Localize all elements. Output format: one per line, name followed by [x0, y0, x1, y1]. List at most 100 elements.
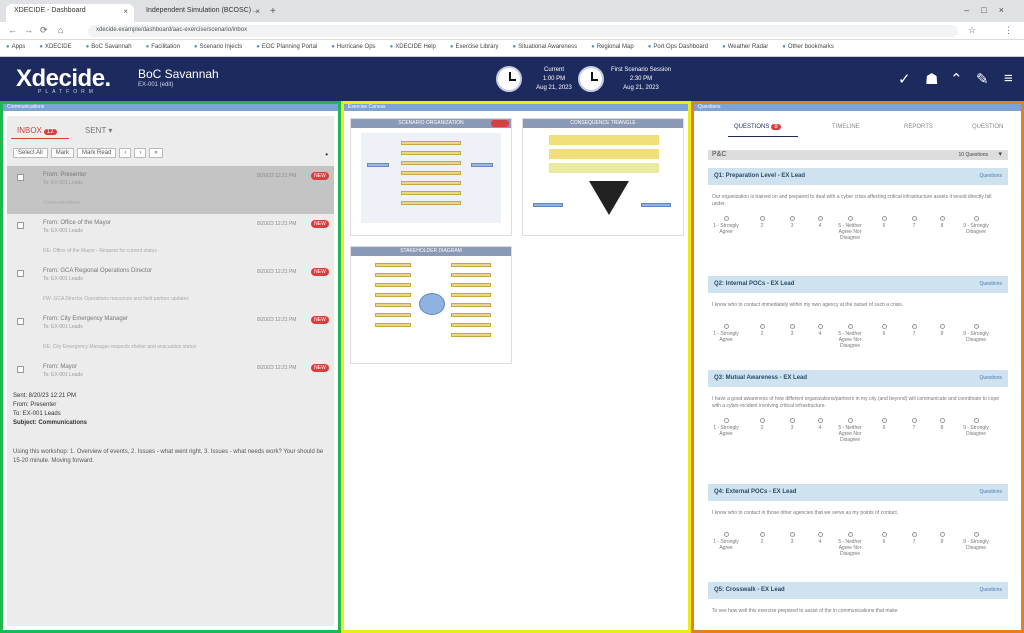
- browser-tab[interactable]: XDECIDE - Dashboard ×: [6, 4, 134, 22]
- question-header[interactable]: Q2: Internal POCs - EX Lead Questions: [708, 276, 1008, 293]
- likert-option[interactable]: 1 - Strongly Agree: [712, 418, 740, 437]
- likert-option[interactable]: 8: [928, 532, 956, 545]
- bookmark-item[interactable]: Apps: [6, 44, 25, 50]
- likert-option[interactable]: 7: [900, 532, 928, 545]
- radio-icon[interactable]: [973, 324, 979, 329]
- forward-icon[interactable]: →: [24, 25, 33, 35]
- bookmark-item[interactable]: XDECIDE: [39, 44, 71, 50]
- back-icon[interactable]: ←: [8, 25, 17, 35]
- likert-option[interactable]: 4: [806, 216, 834, 229]
- last-page-button[interactable]: »: [149, 148, 163, 158]
- bookmark-item[interactable]: BoC Savannah: [86, 44, 132, 50]
- likert-option[interactable]: 8: [928, 216, 956, 229]
- mark-button[interactable]: Mark: [50, 148, 75, 158]
- radio-icon[interactable]: [911, 418, 917, 423]
- radio-icon[interactable]: [939, 418, 945, 423]
- likert-option[interactable]: 6: [870, 216, 898, 229]
- likert-option[interactable]: 7: [900, 216, 928, 229]
- canvas-card[interactable]: CONSEQUENCE TRIANGLE: [522, 118, 684, 236]
- likert-option[interactable]: 3: [778, 324, 806, 337]
- question-header[interactable]: Q3: Mutual Awareness - EX Lead Questions: [708, 370, 1008, 387]
- message-checkbox[interactable]: [17, 270, 24, 277]
- radio-icon[interactable]: [817, 324, 823, 329]
- radio-icon[interactable]: [973, 216, 979, 221]
- message-row[interactable]: From: Presenter To: EX-001 Leads 8/20/23 1…: [7, 170, 334, 214]
- likert-option[interactable]: 1 - Strongly Agree: [712, 324, 740, 343]
- likert-option[interactable]: 2: [748, 532, 776, 545]
- prev-page-button[interactable]: ‹: [119, 148, 132, 158]
- radio-icon[interactable]: [847, 216, 853, 221]
- tab-timeline[interactable]: TIMELINE: [832, 124, 860, 130]
- likert-option[interactable]: 7: [900, 324, 928, 337]
- radio-icon[interactable]: [817, 216, 823, 221]
- tab-inbox[interactable]: INBOX 12: [17, 126, 57, 135]
- tab-sent[interactable]: SENT ▾: [85, 126, 112, 135]
- answer-link[interactable]: Questions: [979, 375, 1002, 381]
- radio-icon[interactable]: [817, 532, 823, 537]
- radio-icon[interactable]: [881, 532, 887, 537]
- window-controls[interactable]: –□×: [964, 5, 1016, 15]
- answer-link[interactable]: Questions: [979, 587, 1002, 593]
- bookmark-item[interactable]: Regional Map: [591, 44, 634, 50]
- radio-icon[interactable]: [759, 418, 765, 423]
- likert-option[interactable]: 8: [928, 324, 956, 337]
- bookmark-item[interactable]: Facilitation: [146, 44, 180, 50]
- question-header[interactable]: Q1: Preparation Level - EX Lead Questions: [708, 168, 1008, 185]
- radio-icon[interactable]: [759, 324, 765, 329]
- likert-option[interactable]: 6: [870, 532, 898, 545]
- radio-icon[interactable]: [817, 418, 823, 423]
- message-checkbox[interactable]: [17, 174, 24, 181]
- likert-option[interactable]: 9 - Strongly Disagree: [962, 216, 990, 235]
- people-icon[interactable]: ☗: [925, 70, 938, 88]
- bookmark-item[interactable]: Port Ops Dashboard: [648, 44, 708, 50]
- message-row[interactable]: From: GCA Regional Operations Director To…: [7, 266, 334, 310]
- bookmark-item[interactable]: XDECIDE Help: [390, 44, 436, 50]
- close-icon[interactable]: [491, 120, 509, 127]
- canvas-card[interactable]: SCENARIO ORGANIZATION: [350, 118, 512, 236]
- radio-icon[interactable]: [881, 216, 887, 221]
- answer-link[interactable]: Questions: [979, 489, 1002, 495]
- likert-option[interactable]: 3: [778, 216, 806, 229]
- radio-icon[interactable]: [881, 418, 887, 423]
- new-tab-icon[interactable]: +: [270, 6, 276, 17]
- likert-option[interactable]: 4: [806, 532, 834, 545]
- mark-read-button[interactable]: Mark Read: [77, 148, 117, 158]
- likert-option[interactable]: 6: [870, 324, 898, 337]
- radio-icon[interactable]: [723, 418, 729, 423]
- next-page-button[interactable]: ›: [134, 148, 147, 158]
- question-header[interactable]: Q4: External POCs - EX Lead Questions: [708, 484, 1008, 501]
- radio-icon[interactable]: [723, 324, 729, 329]
- radio-icon[interactable]: [847, 532, 853, 537]
- likert-option[interactable]: 5 - Neither Agree Nor Disagree: [836, 324, 864, 349]
- star-icon[interactable]: ☆: [968, 25, 976, 36]
- trend-icon[interactable]: ⌃: [950, 70, 963, 88]
- question-group-header[interactable]: P&C 10 Questions ▾: [708, 150, 1008, 160]
- radio-icon[interactable]: [789, 216, 795, 221]
- bookmark-item[interactable]: Scenario Injects: [194, 44, 242, 50]
- likert-option[interactable]: 5 - Neither Agree Nor Disagree: [836, 532, 864, 557]
- radio-icon[interactable]: [789, 324, 795, 329]
- tab-question[interactable]: QUESTION: [972, 124, 1003, 130]
- radio-icon[interactable]: [759, 532, 765, 537]
- radio-icon[interactable]: [939, 216, 945, 221]
- select-all-button[interactable]: Select All: [13, 148, 48, 158]
- tab-reports[interactable]: REPORTS: [904, 124, 933, 130]
- bookmark-item[interactable]: Situational Awareness: [513, 44, 578, 50]
- radio-icon[interactable]: [911, 532, 917, 537]
- browser-tab[interactable]: Independent Simulation (BCOSC) ... ×: [138, 4, 266, 22]
- likert-option[interactable]: 3: [778, 418, 806, 431]
- radio-icon[interactable]: [723, 532, 729, 537]
- answer-link[interactable]: Questions: [979, 281, 1002, 287]
- likert-option[interactable]: 8: [928, 418, 956, 431]
- likert-option[interactable]: 4: [806, 418, 834, 431]
- radio-icon[interactable]: [847, 418, 853, 423]
- reload-icon[interactable]: ⟳: [40, 25, 48, 36]
- radio-icon[interactable]: [789, 418, 795, 423]
- radio-icon[interactable]: [723, 216, 729, 221]
- menu-icon[interactable]: ≡: [1004, 70, 1013, 87]
- likert-option[interactable]: 9 - Strongly Disagree: [962, 324, 990, 343]
- message-checkbox[interactable]: [17, 318, 24, 325]
- message-checkbox[interactable]: [17, 366, 24, 373]
- canvas-card[interactable]: STAKEHOLDER DIAGRAM: [350, 246, 512, 364]
- bookmark-item[interactable]: Other bookmarks: [782, 44, 834, 50]
